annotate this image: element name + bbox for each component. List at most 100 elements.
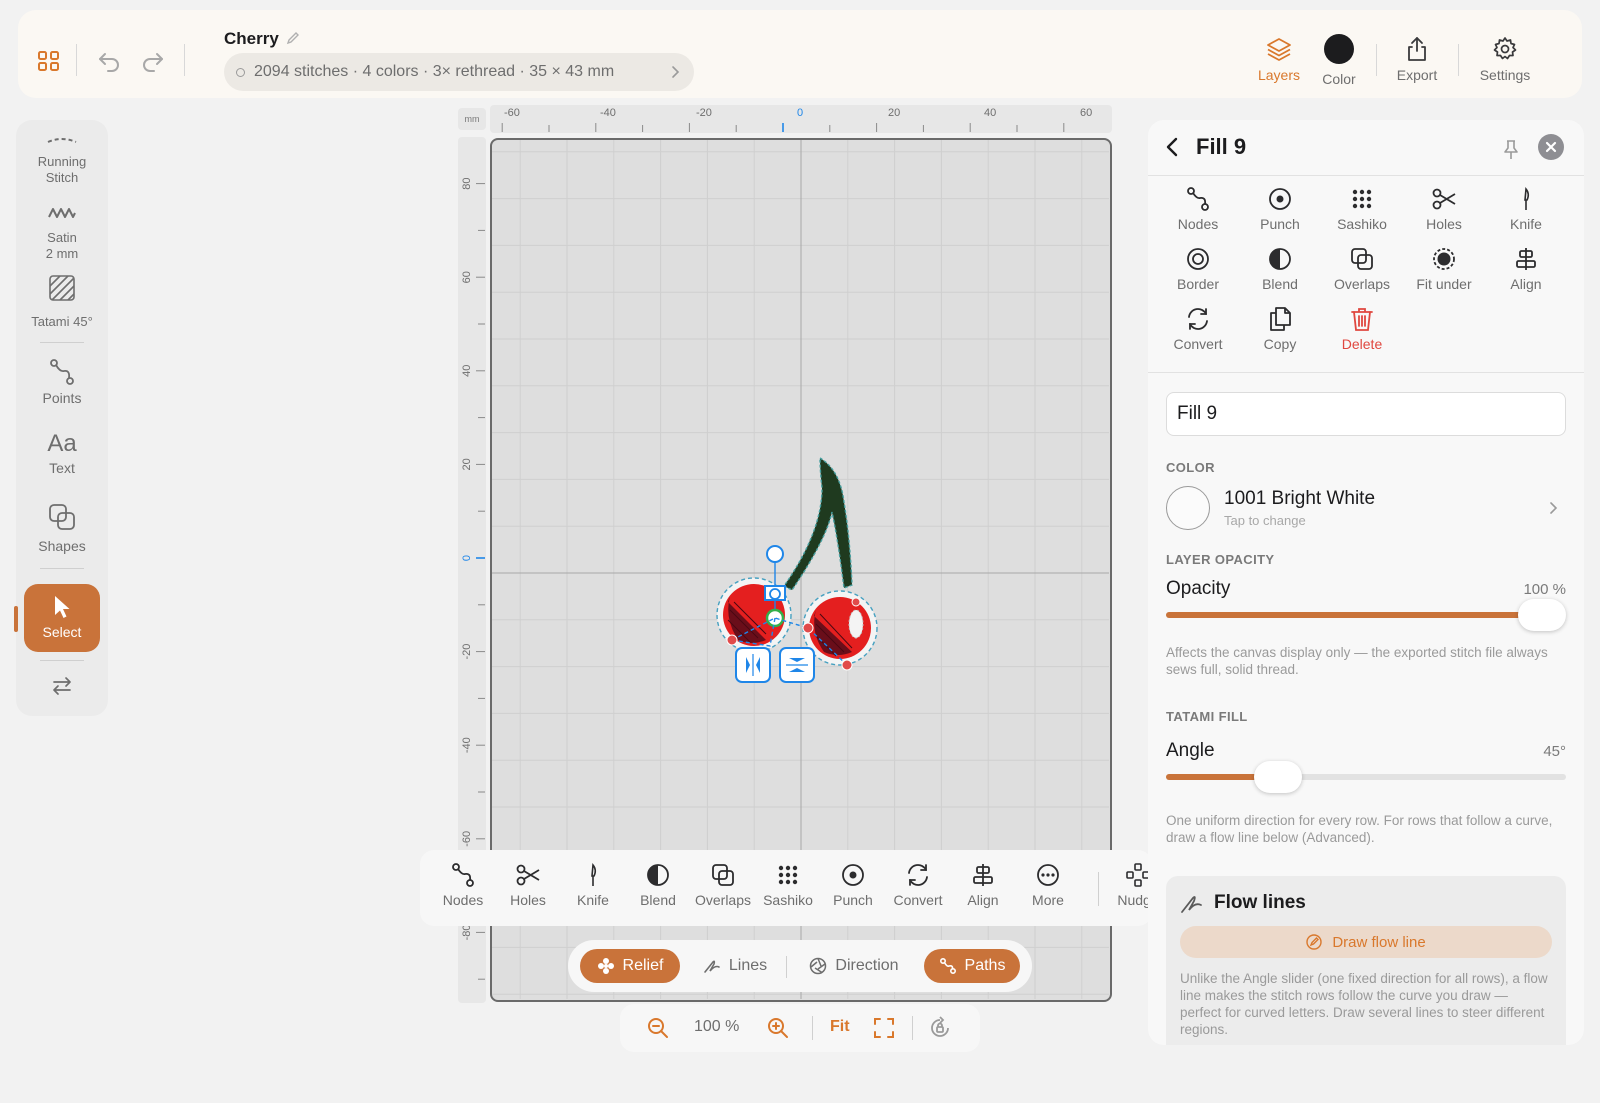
mode-direction-label: Direction bbox=[835, 957, 899, 974]
flip-buttons[interactable] bbox=[735, 647, 815, 683]
mode-relief[interactable]: Relief bbox=[580, 949, 680, 983]
tool-running-stitch[interactable]: Running Stitch bbox=[16, 136, 108, 186]
canvas-tool-label: Sashiko bbox=[763, 892, 813, 908]
ruler-x-label: -60 bbox=[504, 107, 520, 119]
undo-icon[interactable] bbox=[96, 48, 122, 74]
zoom-fit-button[interactable]: Fit bbox=[830, 1018, 850, 1042]
action-blend[interactable]: Blend bbox=[1238, 246, 1322, 292]
running-stitch-icon bbox=[47, 136, 77, 146]
canvas-tool-overlaps[interactable]: Overlaps bbox=[690, 862, 756, 908]
zoom-bar: 100 % Fit bbox=[620, 1004, 980, 1052]
action-nodes[interactable]: Nodes bbox=[1156, 186, 1240, 232]
action-label: Convert bbox=[1173, 336, 1223, 352]
action-border[interactable]: Border bbox=[1156, 246, 1240, 292]
zoom-out-icon[interactable] bbox=[646, 1016, 670, 1040]
canvas-tool-knife[interactable]: Knife bbox=[560, 862, 626, 908]
divider bbox=[786, 956, 787, 978]
mode-lines[interactable]: Lines bbox=[690, 949, 780, 983]
action-fit-under[interactable]: Fit under bbox=[1402, 246, 1486, 292]
punch-icon bbox=[840, 862, 866, 888]
mode-paths[interactable]: Paths bbox=[924, 949, 1020, 983]
chevron-right-icon bbox=[668, 65, 682, 79]
redo-icon[interactable] bbox=[140, 48, 166, 74]
tool-points[interactable]: Points bbox=[16, 358, 108, 406]
tatami-section-label: TATAMI FILL bbox=[1166, 709, 1248, 724]
action-delete[interactable]: Delete bbox=[1320, 306, 1404, 352]
ruler-x-label: 20 bbox=[888, 107, 901, 119]
canvas-tool-label: Blend bbox=[640, 892, 676, 908]
tool-satin[interactable]: Satin 2 mm bbox=[16, 206, 108, 262]
action-sashiko[interactable]: Sashiko bbox=[1320, 186, 1404, 232]
angle-slider[interactable] bbox=[1166, 761, 1566, 793]
divider bbox=[1098, 872, 1099, 906]
tool-text[interactable]: Aa Text bbox=[16, 430, 108, 476]
layer-name-input[interactable] bbox=[1166, 392, 1566, 436]
action-label: Border bbox=[1176, 276, 1220, 292]
action-holes[interactable]: Holes bbox=[1402, 186, 1486, 232]
opacity-help: Affects the canvas display only — the ex… bbox=[1166, 645, 1548, 677]
thread-color-swatch[interactable] bbox=[1166, 486, 1210, 530]
canvas-tool-label: Align bbox=[967, 892, 999, 908]
canvas-tool-sashiko[interactable]: Sashiko bbox=[755, 862, 821, 908]
zoom-in-icon[interactable] bbox=[766, 1016, 790, 1040]
canvas-tool-label: Convert bbox=[893, 892, 943, 908]
divider bbox=[1148, 372, 1584, 373]
opacity-slider-knob[interactable] bbox=[1518, 599, 1566, 631]
opacity-slider[interactable] bbox=[1166, 599, 1566, 631]
cherry-highlight[interactable] bbox=[848, 609, 864, 639]
action-align[interactable]: Align bbox=[1484, 246, 1568, 292]
rotate-handle[interactable] bbox=[766, 545, 784, 563]
canvas-tool-blend[interactable]: Blend bbox=[625, 862, 691, 908]
canvas-tool-more[interactable]: More bbox=[1015, 862, 1081, 908]
pencil-icon[interactable] bbox=[286, 31, 300, 45]
mode-direction[interactable]: Direction bbox=[794, 949, 914, 983]
action-punch[interactable]: Punch bbox=[1238, 186, 1322, 232]
canvas-tool-punch[interactable]: Punch bbox=[820, 862, 886, 908]
canvas-tool-nodes[interactable]: Nodes bbox=[430, 862, 496, 908]
swap-tools-button[interactable] bbox=[16, 674, 108, 698]
divider bbox=[40, 660, 84, 661]
angle-slider-knob[interactable] bbox=[1254, 761, 1302, 793]
action-label: Blend bbox=[1262, 276, 1298, 292]
color-label: Color bbox=[1322, 71, 1356, 87]
canvas-tool-convert[interactable]: Convert bbox=[885, 862, 951, 908]
action-convert[interactable]: Convert bbox=[1156, 306, 1240, 352]
mode-relief-label: Relief bbox=[622, 957, 664, 974]
stats-pill[interactable]: 2094 stitches · 4 colors · 3× rethread ·… bbox=[224, 53, 694, 91]
document-title[interactable]: Cherry bbox=[224, 29, 279, 49]
color-button[interactable]: Color bbox=[1304, 34, 1374, 88]
ruler-y-label: 40 bbox=[461, 365, 473, 377]
canvas-toolbar: Nodes Holes Knife Blend Overlaps Sashiko… bbox=[420, 850, 1152, 926]
draw-flow-line-button[interactable]: Draw flow line bbox=[1180, 926, 1552, 958]
anchor-handle[interactable] bbox=[769, 588, 781, 600]
tool-select[interactable]: Select bbox=[24, 584, 100, 652]
ruler-y-label: 60 bbox=[461, 271, 473, 283]
export-button[interactable]: Export bbox=[1382, 36, 1452, 88]
close-icon[interactable] bbox=[1538, 134, 1564, 160]
pin-icon[interactable] bbox=[1500, 138, 1522, 160]
divider bbox=[912, 1016, 913, 1040]
punch-icon bbox=[1267, 186, 1293, 212]
cherry-stem[interactable] bbox=[782, 456, 853, 591]
tool-tatami[interactable]: Tatami 45° bbox=[16, 274, 108, 330]
fullscreen-icon[interactable] bbox=[872, 1016, 896, 1040]
canvas-tool-holes[interactable]: Holes bbox=[495, 862, 561, 908]
thread-color-name[interactable]: 1001 Bright White bbox=[1224, 488, 1375, 510]
canvas-tool-nudge[interactable]: Nudge bbox=[1105, 862, 1152, 908]
action-knife[interactable]: Knife bbox=[1484, 186, 1568, 232]
action-copy[interactable]: Copy bbox=[1238, 306, 1322, 352]
canvas-tool-align[interactable]: Align bbox=[950, 862, 1016, 908]
grid-icon[interactable] bbox=[36, 48, 62, 74]
shapes-icon bbox=[47, 502, 77, 532]
thread-color-hint: Tap to change bbox=[1224, 513, 1306, 528]
back-icon[interactable] bbox=[1162, 136, 1184, 158]
swap-arrows-icon bbox=[50, 674, 74, 698]
action-overlaps[interactable]: Overlaps bbox=[1320, 246, 1404, 292]
chevron-right-icon[interactable] bbox=[1546, 500, 1560, 516]
tool-shapes[interactable]: Shapes bbox=[16, 502, 108, 554]
settings-button[interactable]: Settings bbox=[1470, 36, 1540, 88]
ruler-unit: mm bbox=[458, 108, 486, 130]
tool-satin-label: Satin 2 mm bbox=[45, 230, 79, 261]
rotation-lock-icon[interactable] bbox=[928, 1016, 952, 1040]
canvas-tool-label: Nodes bbox=[442, 892, 484, 908]
